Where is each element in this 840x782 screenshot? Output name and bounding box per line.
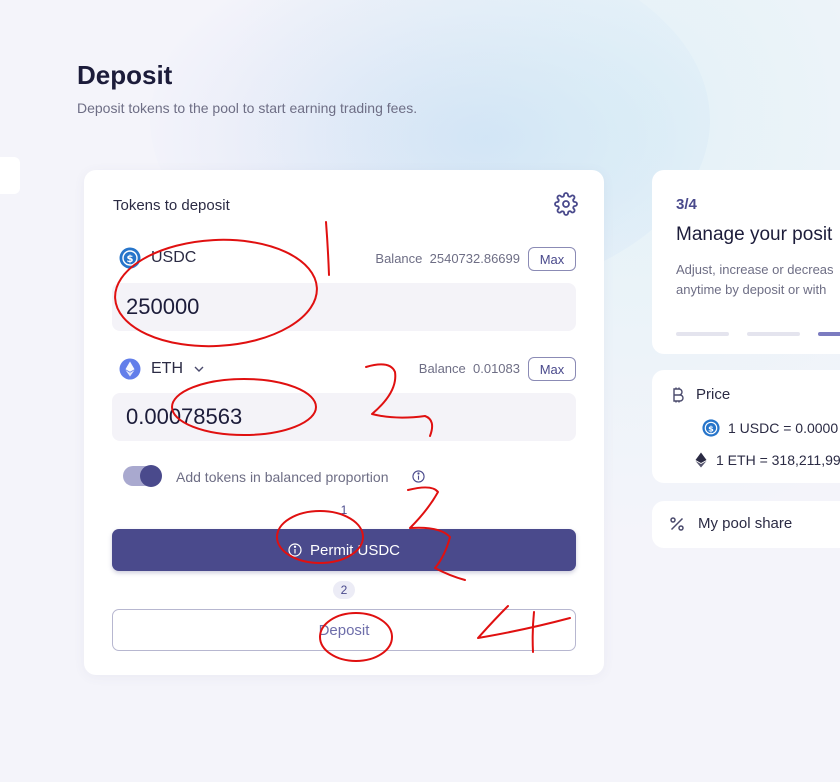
svg-text:$: $ <box>127 254 134 265</box>
steps-card: 3/4 Manage your posit Adjust, increase o… <box>652 170 840 354</box>
token-a-amount-input[interactable] <box>112 283 576 331</box>
progress-segment-1 <box>676 332 729 336</box>
permit-button-label: Permit USDC <box>309 541 400 559</box>
token-a-max-button[interactable]: Max <box>528 247 576 271</box>
settings-gear-icon[interactable] <box>554 192 578 216</box>
price-header: Price <box>672 386 730 403</box>
price-eth-text: 1 ETH = 318,211,99 <box>716 452 840 468</box>
card-title: Tokens to deposit <box>113 197 230 214</box>
usdc-icon: $ <box>119 247 141 269</box>
deposit-card: Tokens to deposit $ USDC Balance 2540732… <box>84 170 604 675</box>
step-description-line-2: anytime by deposit or with <box>676 282 827 297</box>
chevron-down-icon <box>194 366 204 372</box>
price-title: Price <box>696 386 731 403</box>
token-b-selector[interactable]: ETH <box>119 358 205 380</box>
progress-segment-2 <box>747 332 800 336</box>
collapsed-side-tab[interactable] <box>0 157 20 194</box>
deposit-button[interactable]: Deposit <box>112 609 576 651</box>
bitcoin-icon <box>673 387 684 402</box>
page-subtitle: Deposit tokens to the pool to start earn… <box>77 100 418 116</box>
step-2-number: 2 <box>333 581 355 599</box>
token-b-max-button[interactable]: Max <box>528 357 576 381</box>
eth-icon <box>119 358 141 380</box>
token-b-balance-label: Balance <box>418 361 466 376</box>
step-description-line-1: Adjust, increase or decreas <box>676 262 834 277</box>
permit-usdc-button[interactable]: Permit USDC <box>112 529 576 571</box>
token-b-amount-box <box>112 393 576 441</box>
percent-icon <box>670 516 684 531</box>
token-a-balance-value: 2540732.86699 <box>429 251 520 266</box>
balanced-proportion-label: Add tokens in balanced proportion <box>176 469 389 485</box>
pool-share-header: My pool share <box>670 515 792 532</box>
page-title: Deposit <box>77 60 173 90</box>
balanced-proportion-toggle[interactable] <box>123 465 162 487</box>
pool-share-title: My pool share <box>698 515 793 532</box>
price-line-usdc: $ 1 USDC = 0.0000 <box>702 419 838 437</box>
usdc-icon: $ <box>702 419 720 437</box>
price-card: Price $ 1 USDC = 0.0000 1 ETH = 318,211,… <box>652 370 840 483</box>
info-icon <box>288 543 302 557</box>
pool-share-card[interactable]: My pool share <box>652 501 840 548</box>
svg-text:$: $ <box>708 423 714 433</box>
progress-segment-3 <box>818 332 840 336</box>
token-a-amount-box <box>112 283 576 331</box>
token-b-amount-input[interactable] <box>112 393 576 441</box>
token-b-balance-value: 0.01083 <box>473 361 520 376</box>
price-usdc-text: 1 USDC = 0.0000 <box>728 420 839 436</box>
token-a-selector: $ USDC <box>119 247 196 269</box>
token-b-symbol: ETH <box>151 360 183 377</box>
step-indicator: 3/4 <box>676 196 697 213</box>
token-a-balance: Balance 2540732.86699 <box>375 251 520 266</box>
step-1-number: 1 <box>340 503 348 517</box>
eth-icon <box>695 452 707 468</box>
step-title: Manage your posit <box>676 224 833 245</box>
toggle-knob <box>140 465 162 487</box>
step-description: Adjust, increase or decreas anytime by d… <box>676 260 834 300</box>
price-line-eth: 1 ETH = 318,211,99 <box>694 452 840 468</box>
info-icon[interactable] <box>412 470 425 483</box>
token-a-balance-label: Balance <box>375 251 423 266</box>
token-b-balance: Balance 0.01083 <box>419 361 520 376</box>
token-a-symbol: USDC <box>151 249 197 266</box>
